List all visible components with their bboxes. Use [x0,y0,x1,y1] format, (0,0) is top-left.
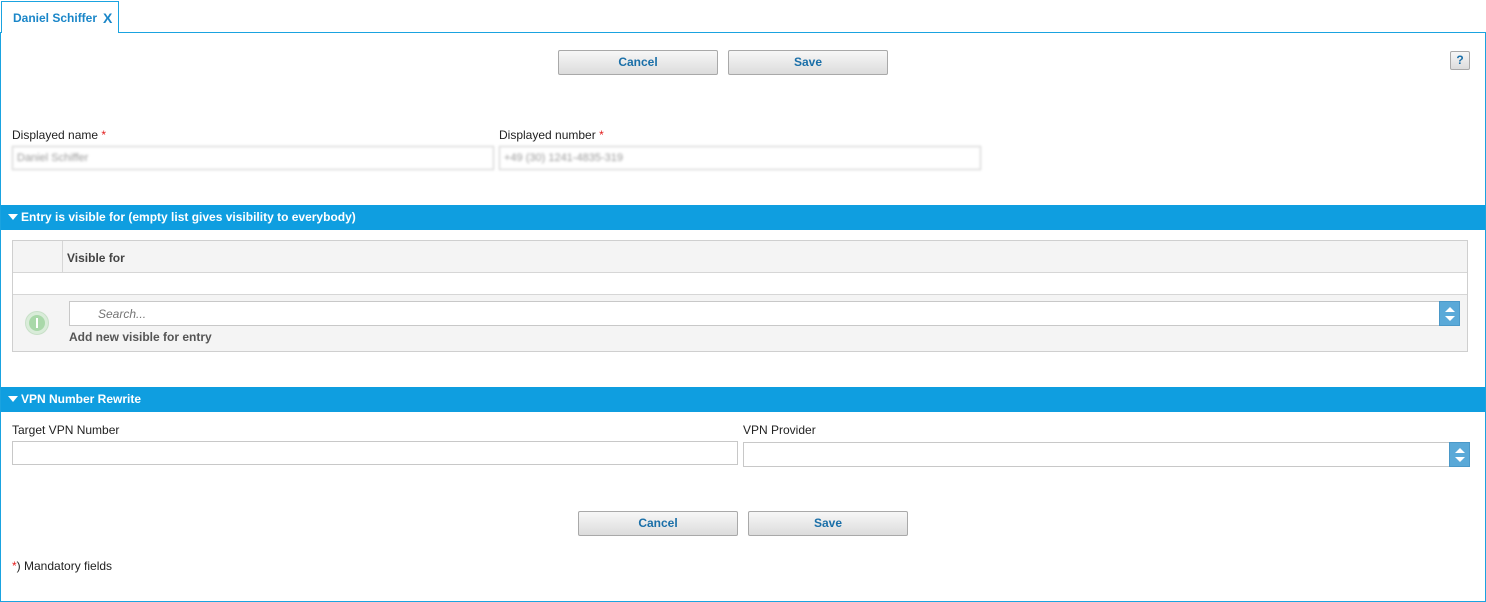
search-input[interactable] [98,302,1428,325]
spinner-down-arrow [1455,457,1465,462]
spinner-down-arrow [1445,316,1455,321]
target-vpn-label: Target VPN Number [12,423,120,437]
target-vpn-input[interactable] [12,441,738,465]
mandatory-fields-note: *) Mandatory fields [12,559,112,573]
vpn-section-title: VPN Number Rewrite [21,392,142,406]
visible-for-grid: Visible for Add new visible for entry [12,240,1468,352]
required-mark: * [599,128,604,142]
displayed-number-label: Displayed number * [499,128,604,142]
visibility-section-title: Entry is visible for (empty list gives v… [21,210,356,224]
tab-bar: Daniel Schiffer X [0,0,1486,33]
displayed-name-label-text: Displayed name [12,128,99,142]
displayed-number-input[interactable] [499,146,981,170]
add-visible-for-label: Add new visible for entry [69,330,212,344]
vpn-provider-select[interactable] [743,442,1470,467]
triangle-down-icon [8,213,18,220]
plus-circle-inner [29,315,45,331]
grid-empty-row [13,273,1467,295]
plus-circle-icon[interactable] [25,311,49,335]
visible-for-search-combobox[interactable] [69,301,1460,326]
save-button-top[interactable]: Save [728,50,888,75]
cancel-button-top[interactable]: Cancel [558,50,718,75]
vpn-provider-label: VPN Provider [743,423,816,437]
displayed-number-label-text: Displayed number [499,128,596,142]
tab-title: Daniel Schiffer [13,11,98,25]
tab-daniel-schiffer[interactable]: Daniel Schiffer X [1,1,119,33]
cancel-button-bottom[interactable]: Cancel [578,511,738,536]
triangle-down-icon [8,395,18,402]
save-button-bottom[interactable]: Save [748,511,908,536]
grid-header-separator [62,241,63,273]
spinner-up-arrow [1455,448,1465,453]
spinner-up-arrow [1445,307,1455,312]
required-mark: * [101,128,107,142]
close-icon[interactable]: X [103,10,112,26]
grid-add-row: Add new visible for entry [13,295,1467,351]
displayed-name-input[interactable] [12,146,494,170]
grid-header: Visible for [13,241,1467,273]
vpn-section-header[interactable]: VPN Number Rewrite [1,387,1485,412]
visibility-section-header[interactable]: Entry is visible for (empty list gives v… [1,205,1485,230]
mandatory-text: ) Mandatory fields [16,559,113,573]
spinner-arrows-icon[interactable] [1439,301,1460,326]
spinner-arrows-icon[interactable] [1449,442,1470,467]
visible-for-column-header[interactable]: Visible for [67,251,125,265]
help-button[interactable]: ? [1450,51,1470,70]
displayed-name-label: Displayed name * [12,128,106,142]
